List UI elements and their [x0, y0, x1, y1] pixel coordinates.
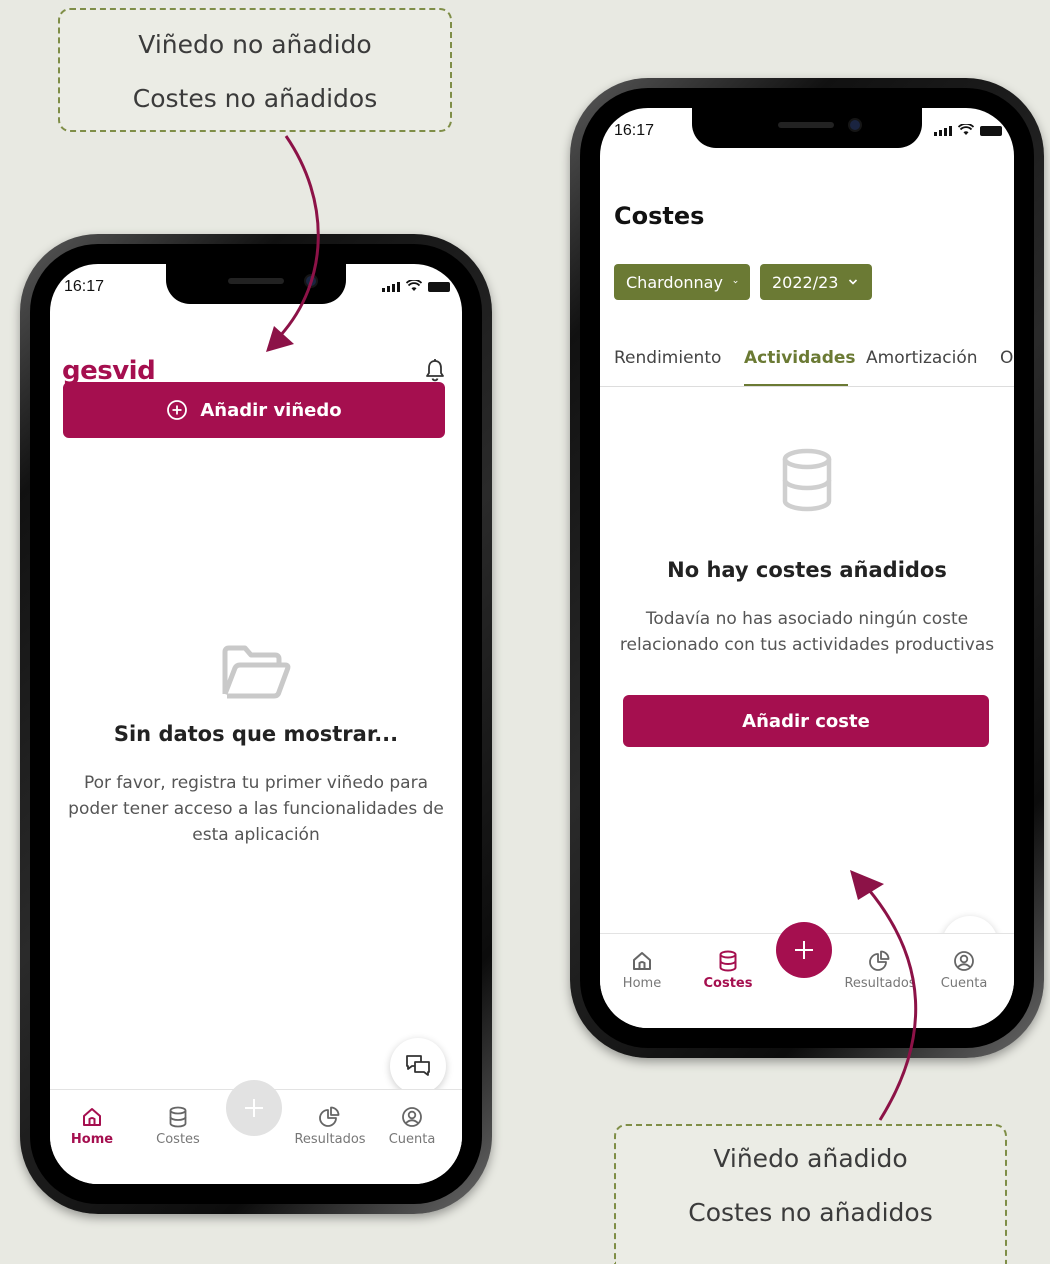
- add-fab[interactable]: [776, 922, 832, 978]
- tab-account[interactable]: Cuenta: [924, 946, 1004, 991]
- database-icon: [688, 946, 768, 976]
- wifi-icon: [958, 124, 974, 135]
- tab-actividades[interactable]: Actividades: [744, 348, 856, 368]
- tab-home[interactable]: Home: [602, 946, 682, 991]
- empty-state-description: Por favor, registra tu primer viñedo par…: [68, 773, 444, 845]
- season-selector[interactable]: 2022/23: [760, 264, 872, 300]
- empty-state-title: Sin datos que mostrar...: [113, 722, 399, 746]
- phone-home-empty: 16:17 gesvid Añadir viñedo Sin datos que…: [20, 234, 492, 1214]
- signal-icon: [934, 126, 952, 136]
- tab-results[interactable]: Resultados: [290, 1102, 370, 1147]
- phone-screen: 16:17 gesvid Añadir viñedo Sin datos que…: [50, 264, 462, 1184]
- bell-icon[interactable]: [424, 358, 446, 382]
- signal-icon: [382, 282, 400, 292]
- tab-label: Home: [622, 976, 662, 991]
- tab-costs[interactable]: Costes: [688, 946, 768, 991]
- status-time: 16:17: [64, 278, 105, 295]
- add-vineyard-label: Añadir viñedo: [200, 399, 342, 421]
- empty-state-description: Todavía no has asociado ningún coste rel…: [619, 609, 995, 655]
- database-icon: [138, 1102, 218, 1132]
- tab-account[interactable]: Cuenta: [372, 1102, 452, 1147]
- add-vineyard-button[interactable]: Añadir viñedo: [63, 382, 445, 438]
- active-tab-indicator: [744, 384, 848, 386]
- annotation-callout-top: Viñedo no añadido Costes no añadidos: [58, 8, 452, 132]
- phone-screen: 16:17 Costes Chardonnay 2022/23 Rendimie…: [600, 108, 1014, 1028]
- battery-icon: [980, 126, 1002, 136]
- tab-label: Cuenta: [388, 1132, 436, 1147]
- account-icon: [372, 1102, 452, 1132]
- pie-chart-icon: [290, 1102, 370, 1132]
- tab-label: Costes: [156, 1132, 200, 1147]
- status-icons: [934, 124, 1002, 136]
- callout-line-2: Costes no añadidos: [132, 84, 378, 113]
- vineyard-selector-value: Chardonnay: [626, 272, 723, 292]
- tab-rendimiento[interactable]: Rendimiento: [614, 348, 721, 368]
- callout-line-1: Viñedo no añadido: [138, 30, 372, 59]
- tab-costs[interactable]: Costes: [138, 1102, 218, 1147]
- tab-label: Cuenta: [940, 976, 988, 991]
- notch: [166, 264, 346, 304]
- add-cost-button[interactable]: Añadir coste: [623, 695, 989, 747]
- tab-overflow[interactable]: O: [1000, 348, 1013, 368]
- tab-label: Resultados: [294, 1132, 366, 1147]
- add-fab-disabled[interactable]: [226, 1080, 282, 1136]
- wifi-icon: [406, 280, 422, 291]
- account-icon: [924, 946, 1004, 976]
- plus-circle-icon: [167, 400, 188, 420]
- tab-amortizacion[interactable]: Amortización: [866, 348, 978, 368]
- season-selector-value: 2022/23: [772, 272, 839, 292]
- tab-home[interactable]: Home: [52, 1102, 132, 1147]
- chevron-down-icon: [849, 279, 858, 285]
- section-tabs: Rendimiento Actividades Amortización O: [600, 328, 1014, 387]
- chevron-down-icon: [733, 280, 738, 284]
- pie-chart-icon: [840, 946, 920, 976]
- chat-button[interactable]: [390, 1038, 446, 1094]
- vineyard-selector[interactable]: Chardonnay: [614, 264, 750, 300]
- status-icons: [382, 280, 450, 292]
- folder-open-icon: [221, 644, 291, 702]
- callout-line-1: Viñedo añadido: [713, 1144, 908, 1173]
- annotation-callout-bottom: Viñedo añadido Costes no añadidos: [614, 1124, 1007, 1264]
- tab-label: Home: [70, 1132, 114, 1147]
- database-icon: [780, 448, 834, 514]
- plus-icon: [795, 941, 813, 959]
- bottom-tab-bar: Home Costes Resultados Cuenta: [50, 1080, 462, 1184]
- plus-icon: [245, 1099, 263, 1117]
- battery-icon: [428, 282, 450, 292]
- bottom-tab-bar: Home Costes Resultados Cuenta: [600, 922, 1014, 1028]
- tab-label: Costes: [703, 976, 753, 991]
- add-cost-label: Añadir coste: [742, 710, 870, 732]
- tab-results[interactable]: Resultados: [840, 946, 920, 991]
- tab-label: Resultados: [844, 976, 916, 991]
- status-time: 16:17: [614, 122, 655, 139]
- callout-line-2: Costes no añadidos: [688, 1198, 933, 1227]
- chat-icon: [406, 1055, 430, 1076]
- notch: [692, 108, 922, 148]
- home-icon: [52, 1102, 132, 1132]
- phone-costs-empty: 16:17 Costes Chardonnay 2022/23 Rendimie…: [570, 78, 1044, 1058]
- empty-state-title: No hay costes añadidos: [667, 558, 947, 582]
- home-icon: [602, 946, 682, 976]
- page-title: Costes: [614, 202, 705, 230]
